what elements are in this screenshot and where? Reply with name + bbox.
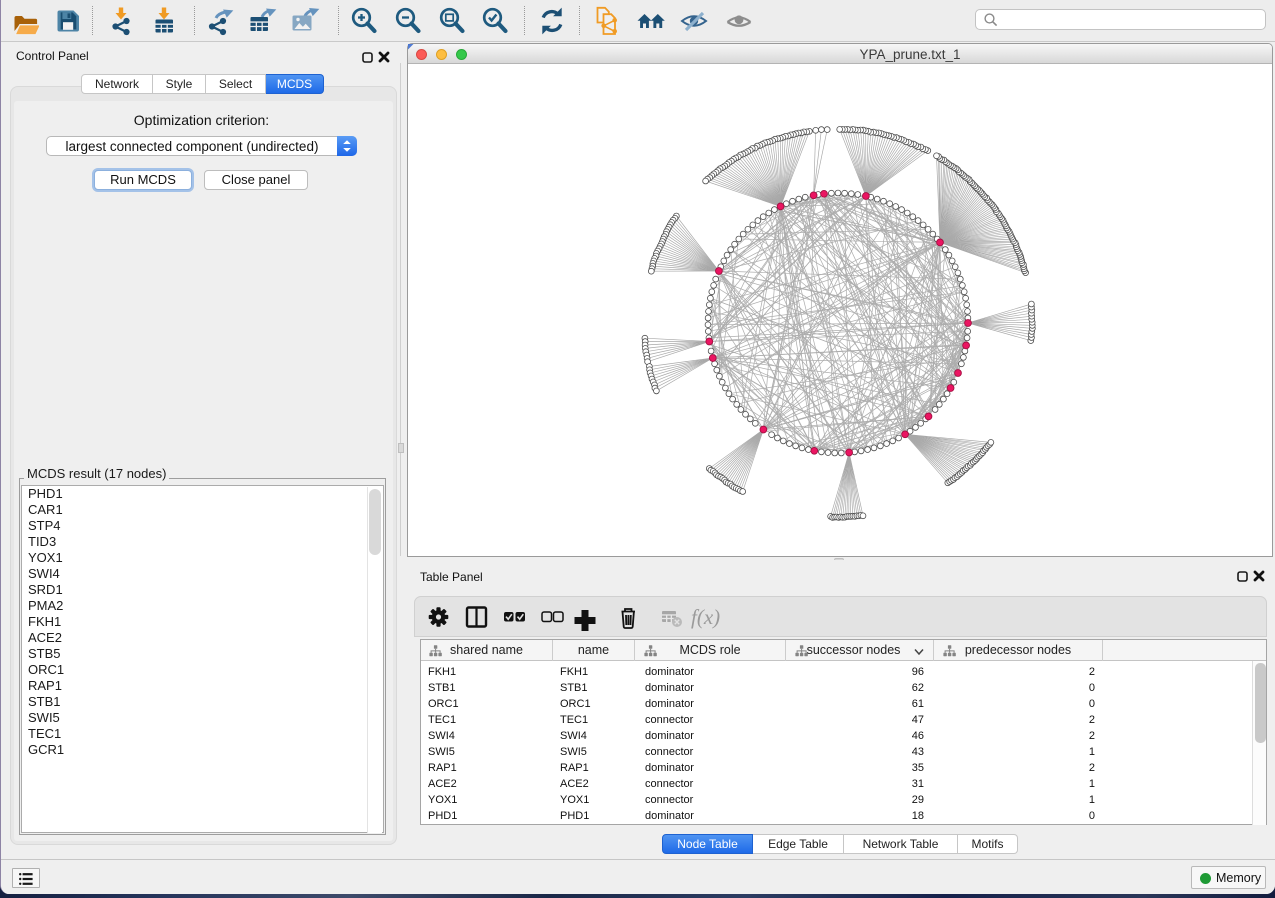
svg-text:f(x): f(x) [691,605,720,629]
